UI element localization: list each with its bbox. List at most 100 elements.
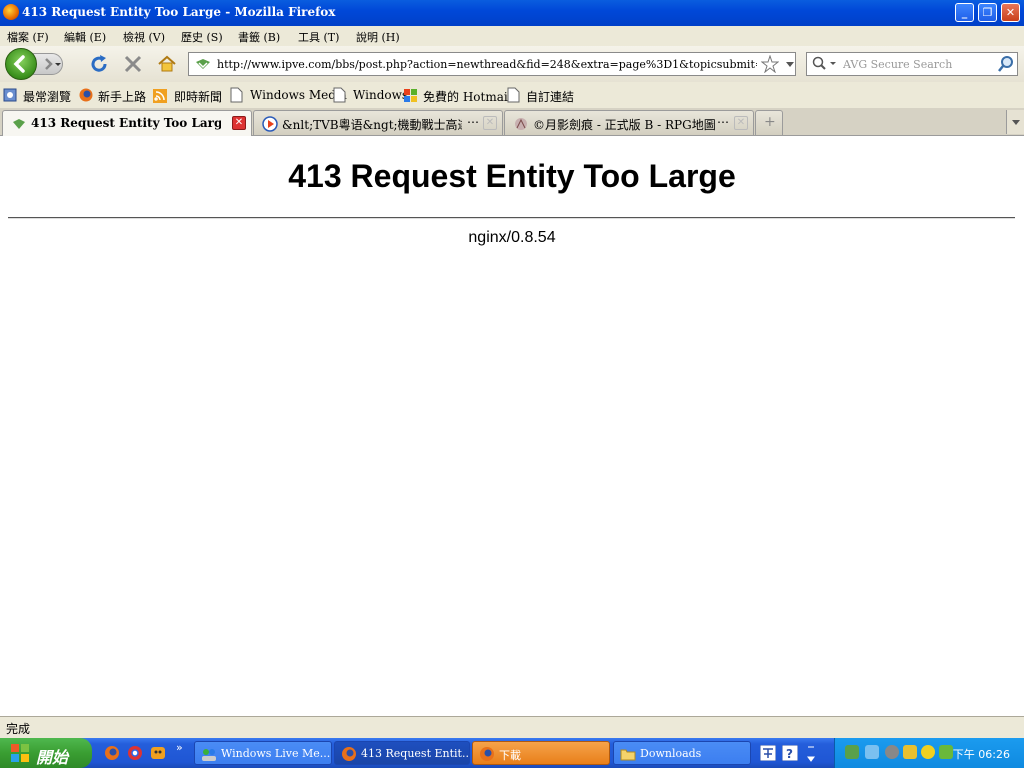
search-input[interactable] <box>843 55 993 73</box>
minimize-button[interactable]: _ <box>955 3 974 22</box>
restore-icon: ❐ <box>982 6 993 19</box>
task-downloads-folder[interactable]: Downloads <box>613 741 751 765</box>
address-bar[interactable] <box>188 52 796 76</box>
tab-strip: 413 Request Entity Too Large ✕ &nlt;TVB粵… <box>0 108 1024 136</box>
firefox-quicklaunch-icon[interactable] <box>104 745 120 761</box>
language-bar-icon[interactable] <box>760 745 776 761</box>
search-engine-icon[interactable] <box>811 55 839 73</box>
tab-label: &nlt;TVB粵语&ngt;機動戰士高達 <box>282 118 462 132</box>
bookmark-latest-news[interactable]: 即時新聞 <box>174 88 222 105</box>
folder-icon <box>620 749 636 761</box>
tab-close-icon[interactable]: ✕ <box>734 116 748 130</box>
menu-bar: 檔案 (F) 編輯 (E) 檢視 (V) 歷史 (S) 書籤 (B) 工具 (T… <box>0 26 1024 46</box>
firefox-icon <box>3 4 19 20</box>
chrome-quicklaunch-icon[interactable] <box>127 745 143 761</box>
windows-flag-icon <box>404 89 417 102</box>
site-favicon-icon <box>515 118 527 130</box>
divider <box>8 217 1015 219</box>
bookmark-most-visited[interactable]: 最常瀏覽 <box>23 88 71 105</box>
window-title: 413 Request Entity Too Large - Mozilla F… <box>22 5 336 19</box>
page-icon <box>333 87 346 103</box>
play-icon <box>262 116 278 132</box>
all-tabs-button[interactable] <box>1006 110 1024 134</box>
page-icon <box>507 87 520 103</box>
messenger-status-icon[interactable] <box>921 745 935 759</box>
page-icon <box>230 87 243 103</box>
most-visited-icon <box>3 88 17 102</box>
new-tab-button[interactable]: + <box>755 110 783 135</box>
search-box[interactable] <box>806 52 1018 76</box>
network-icon[interactable] <box>865 745 879 759</box>
restore-button[interactable]: ❐ <box>978 3 997 22</box>
messenger-icon <box>202 749 216 761</box>
task-label: 413 Request Entit... <box>361 747 470 760</box>
window-title-bar[interactable]: 413 Request Entity Too Large - Mozilla F… <box>0 0 1024 26</box>
firefox-icon <box>342 747 356 761</box>
bookmarks-toolbar: 最常瀏覽 新手上路 即時新聞 Windows Media Windows 免費的… <box>0 82 1024 108</box>
forward-arrow-icon <box>45 58 61 70</box>
tab-close-icon[interactable]: ✕ <box>232 116 246 130</box>
status-text: 完成 <box>6 722 31 736</box>
menu-edit[interactable]: 編輯 (E) <box>64 29 106 45</box>
tab-413-error[interactable]: 413 Request Entity Too Large ✕ <box>2 110 252 136</box>
menu-view[interactable]: 檢視 (V) <box>123 29 165 45</box>
task-firefox-413[interactable]: 413 Request Entit... <box>334 741 470 765</box>
navigation-toolbar <box>0 46 1024 82</box>
avg-icon[interactable] <box>845 745 859 759</box>
firefox-icon <box>480 747 494 761</box>
task-label: Downloads <box>640 747 702 760</box>
task-label: Windows Live Me... <box>221 747 331 760</box>
url-dropdown-icon[interactable] <box>786 62 794 68</box>
svg-text:?: ? <box>786 747 793 761</box>
minimize-icon: _ <box>961 6 968 19</box>
plus-icon: + <box>764 114 776 130</box>
menu-help[interactable]: 說明 (H) <box>356 29 400 45</box>
page-content: 413 Request Entity Too Large nginx/0.8.5… <box>0 136 1024 716</box>
menu-history[interactable]: 歷史 (S) <box>181 29 223 45</box>
nvidia-icon[interactable] <box>939 745 953 759</box>
forward-button[interactable] <box>33 53 63 75</box>
start-label: 開始 <box>36 748 69 767</box>
windows-taskbar: 開始 » Windows Live Me... 413 Request Enti… <box>0 738 1024 768</box>
stop-icon[interactable] <box>123 54 143 74</box>
site-identity-icon <box>196 59 210 69</box>
security-shield-icon[interactable] <box>903 745 917 759</box>
menu-bookmarks[interactable]: 書籤 (B) <box>238 29 280 45</box>
server-signature: nginx/0.8.54 <box>468 229 556 246</box>
bookmark-windows[interactable]: Windows <box>353 88 408 102</box>
task-label: 下載 <box>499 749 521 762</box>
volume-icon[interactable] <box>885 745 899 759</box>
tab-tvb[interactable]: &nlt;TVB粵语&ngt;機動戰士高達 ⋯ ✕ <box>253 110 503 135</box>
tab-label: ©月影劍痕 - 正式版 B - RPG地圖 - <box>533 118 718 132</box>
menu-tools[interactable]: 工具 (T) <box>298 29 339 45</box>
tab-label: 413 Request Entity Too Large <box>31 116 221 130</box>
rss-feed-icon <box>153 89 167 103</box>
language-bar-options-icon[interactable] <box>806 743 816 763</box>
tab-close-icon[interactable]: ✕ <box>483 116 497 130</box>
back-button[interactable] <box>5 48 37 80</box>
status-bar: 完成 <box>0 716 1024 738</box>
chevron-down-icon <box>1012 120 1020 125</box>
bookmark-getting-started[interactable]: 新手上路 <box>98 88 146 105</box>
quicklaunch-overflow-icon[interactable]: » <box>176 741 183 754</box>
url-input[interactable] <box>217 55 757 73</box>
reload-icon[interactable] <box>89 54 109 74</box>
menu-file[interactable]: 檔案 (F) <box>7 29 49 45</box>
start-button[interactable]: 開始 <box>0 738 92 768</box>
bookmark-free-hotmail[interactable]: 免費的 Hotmail <box>423 88 512 105</box>
home-icon[interactable] <box>157 54 177 74</box>
back-arrow-icon <box>13 55 25 73</box>
close-button[interactable]: ✕ <box>1001 3 1020 22</box>
clock[interactable]: 下午 06:26 <box>953 746 1010 762</box>
task-windows-live-messenger[interactable]: Windows Live Me... <box>194 741 332 765</box>
help-icon[interactable]: ? <box>782 745 798 761</box>
task-downloads-window[interactable]: 下載 <box>472 741 610 765</box>
windows-logo-icon <box>11 744 29 762</box>
site-identity-icon <box>13 119 25 129</box>
search-icon[interactable] <box>997 55 1015 73</box>
bookmark-customize-links[interactable]: 自訂連結 <box>526 88 574 105</box>
messenger-quicklaunch-icon[interactable] <box>150 745 166 761</box>
tab-rpg-map[interactable]: ©月影劍痕 - 正式版 B - RPG地圖 - ⋯ ✕ <box>504 110 754 135</box>
error-heading: 413 Request Entity Too Large <box>288 158 736 194</box>
star-icon[interactable] <box>761 55 779 73</box>
